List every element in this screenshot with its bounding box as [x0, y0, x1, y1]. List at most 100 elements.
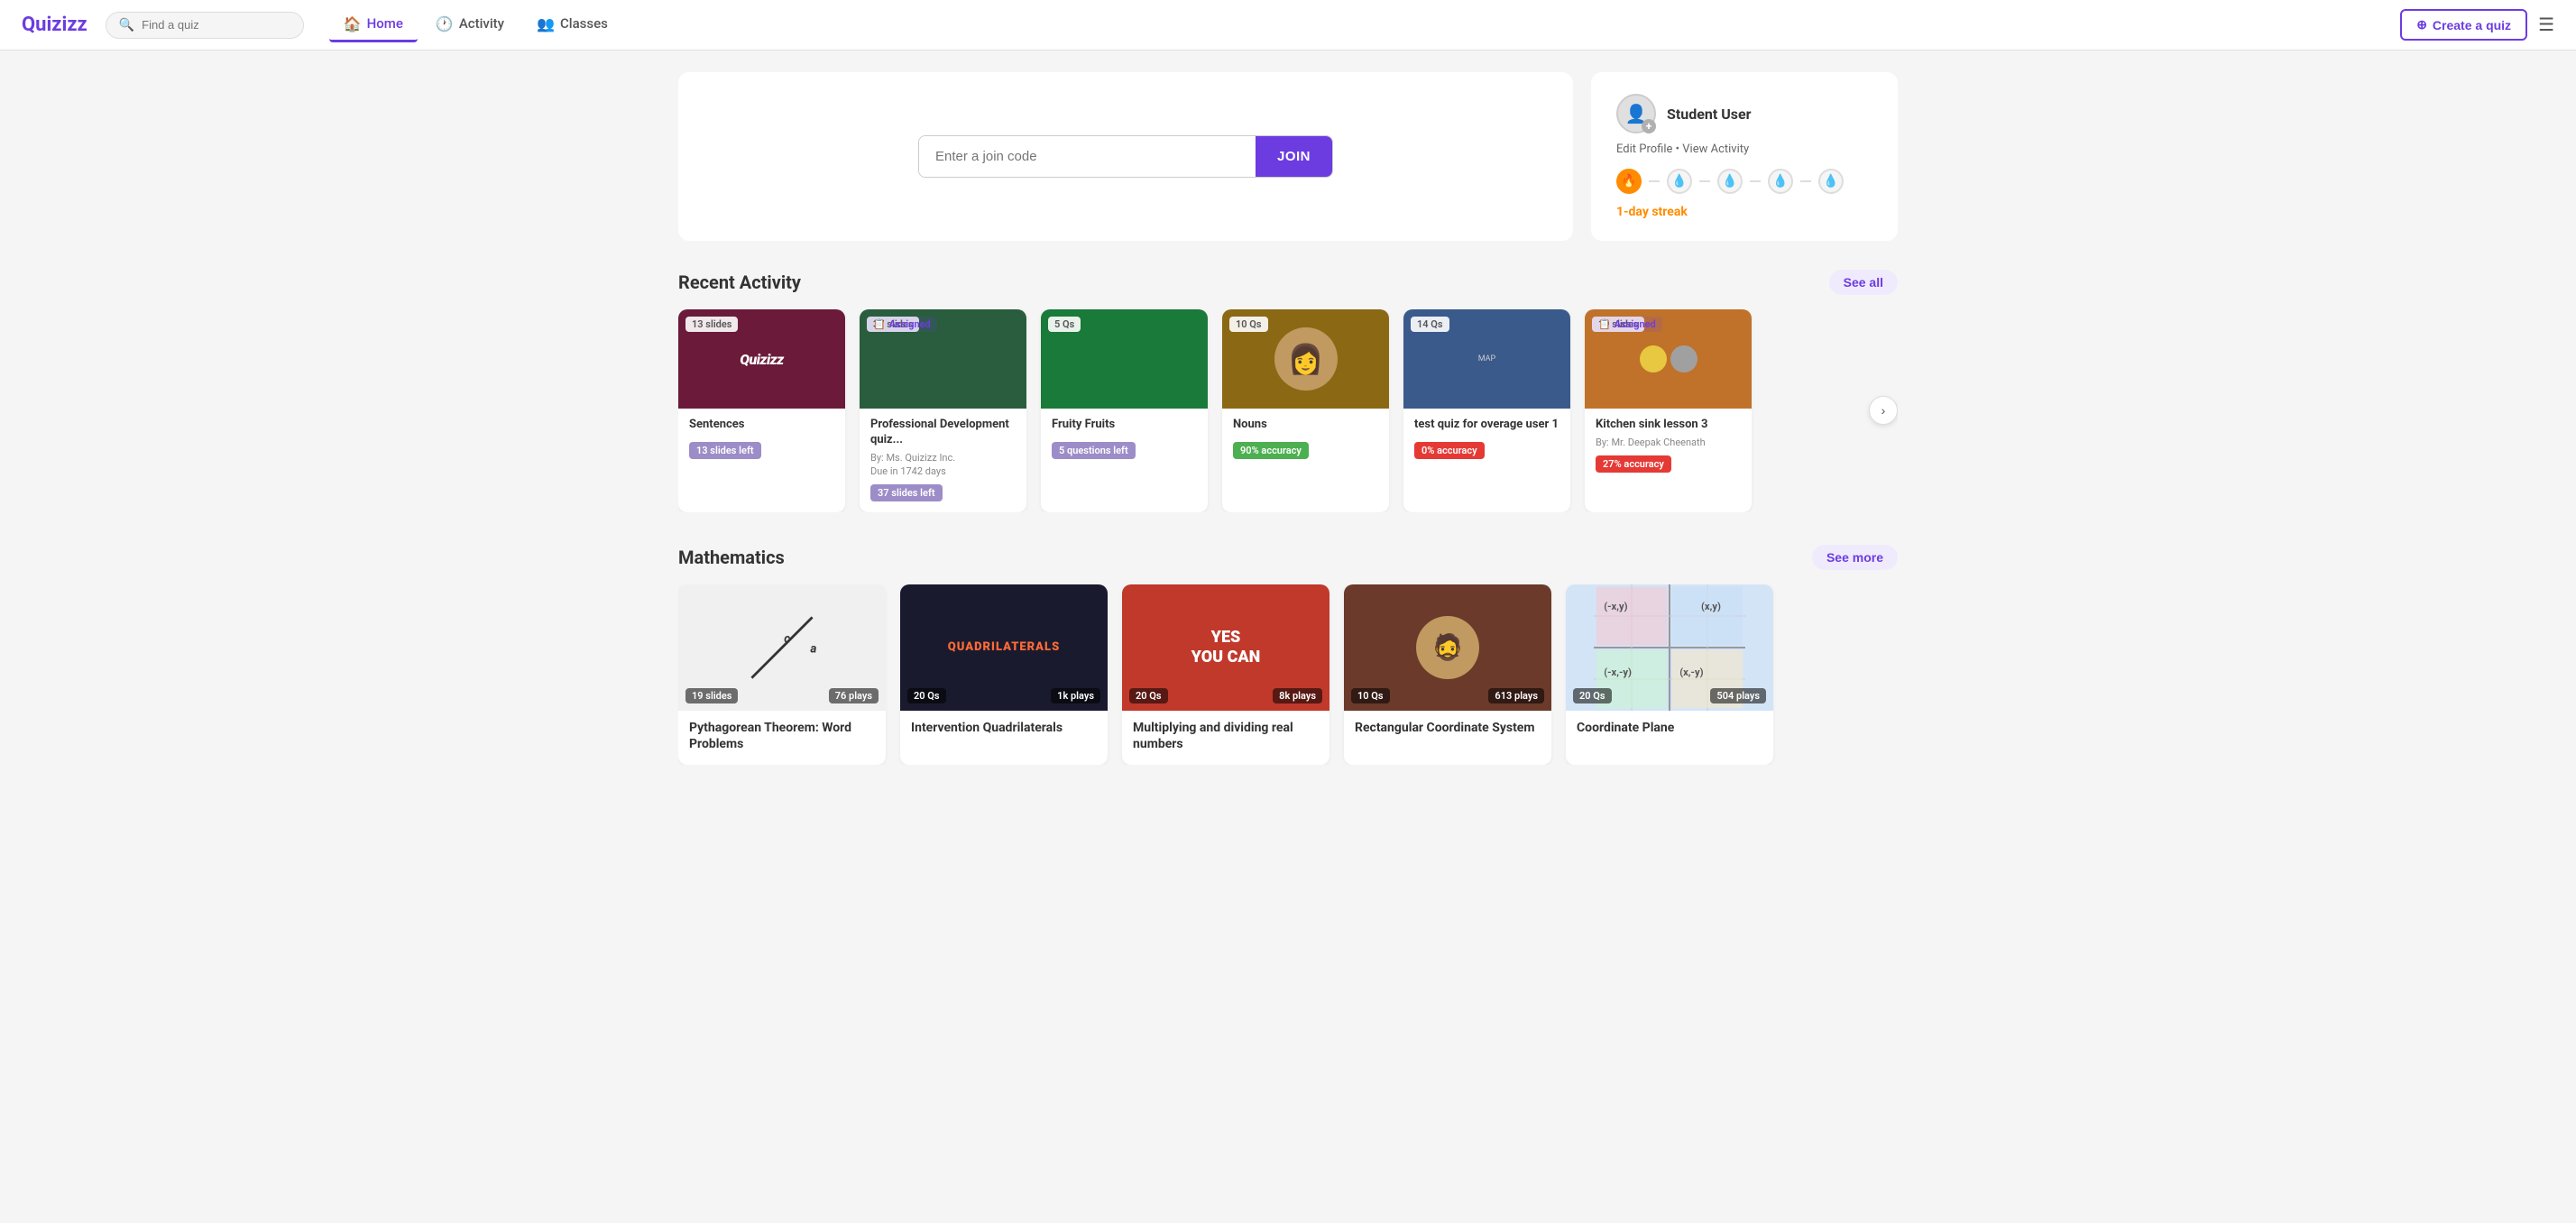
math-card-badges: 19 slides 76 plays: [685, 688, 879, 703]
logo[interactable]: Quizizz: [22, 14, 87, 36]
math-card-title: Rectangular Coordinate System: [1355, 720, 1541, 736]
svg-text:(-x,-y): (-x,-y): [1604, 667, 1632, 678]
list-item[interactable]: YESYOU CAN 20 Qs 8k plays Multiplying an…: [1122, 584, 1329, 765]
math-card-body: Intervention Quadrilaterals: [900, 711, 1108, 749]
streak-label: 1-day streak: [1616, 205, 1688, 219]
activity-icon: 🕐: [436, 15, 454, 32]
recent-activity-header: Recent Activity See all: [678, 270, 1898, 295]
search-input[interactable]: [142, 18, 290, 32]
see-all-button[interactable]: See all: [1829, 270, 1898, 295]
see-more-button[interactable]: See more: [1812, 545, 1898, 570]
avatar-plus-icon: +: [1642, 119, 1656, 133]
card-body: test quiz for overage user 1 0% accuracy: [1403, 409, 1570, 470]
math-card-thumbnail: QUADRILATERALS 20 Qs 1k plays: [900, 584, 1108, 711]
list-item[interactable]: 14 Qs MAP test quiz for overage user 1 0…: [1403, 309, 1570, 512]
math-card-slides-badge: 20 Qs: [907, 688, 946, 703]
list-item[interactable]: c a 19 slides 76 plays Pythagorean Theor…: [678, 584, 886, 765]
streak-connector-4: [1800, 180, 1811, 182]
math-card-badges: 20 Qs 504 plays: [1573, 688, 1766, 703]
card-meta-by: By: Ms. Quizizz Inc.: [870, 452, 1016, 464]
card-badge: 13 slides: [685, 317, 738, 332]
assigned-badge: 📋 Assigned: [1592, 317, 1662, 332]
list-item[interactable]: 5 Qs Fruity Fruits 5 questions left: [1041, 309, 1208, 512]
create-quiz-button[interactable]: ⊕ Create a quiz: [2400, 9, 2527, 41]
create-plus-icon: ⊕: [2416, 17, 2427, 32]
card-title: Nouns: [1233, 418, 1378, 433]
math-card-body: Coordinate Plane: [1566, 711, 1773, 749]
card-progress: 90% accuracy: [1233, 442, 1309, 459]
svg-text:a: a: [810, 642, 816, 656]
classes-icon: 👥: [537, 15, 555, 32]
math-card-body: Rectangular Coordinate System: [1344, 711, 1551, 749]
math-card-title: Intervention Quadrilaterals: [911, 720, 1097, 736]
streak-connector-1: [1649, 180, 1660, 182]
math-card-plays-badge: 1k plays: [1051, 688, 1100, 703]
nav-classes-label: Classes: [560, 15, 608, 32]
card-title: Professional Development quiz...: [870, 418, 1016, 448]
list-item[interactable]: (x,y) (-x,y) (-x,-y) (x,-y) 20 Qs 504 pl…: [1566, 584, 1773, 765]
join-code-input[interactable]: [919, 136, 1256, 177]
list-item[interactable]: 13 slides Quizizz Sentences 13 slides le…: [678, 309, 845, 512]
create-quiz-label: Create a quiz: [2433, 18, 2511, 32]
edit-profile-link[interactable]: Edit Profile: [1616, 143, 1672, 156]
card-progress: 27% accuracy: [1596, 455, 1671, 473]
math-card-body: Pythagorean Theorem: Word Problems: [678, 711, 886, 765]
menu-button[interactable]: ☰: [2538, 14, 2554, 36]
math-card-slides-badge: 20 Qs: [1573, 688, 1612, 703]
math-card-thumbnail: YESYOU CAN 20 Qs 8k plays: [1122, 584, 1329, 711]
list-item[interactable]: 19 slides 📋 Assigned Kitchen sink lesson…: [1585, 309, 1752, 512]
streak-day-4: 💧: [1768, 169, 1793, 194]
nav-link-classes[interactable]: 👥 Classes: [522, 8, 622, 42]
card-title: Fruity Fruits: [1052, 418, 1197, 433]
card-badge: 10 Qs: [1229, 317, 1268, 332]
recent-activity-section: Recent Activity See all 13 slides Quiziz…: [678, 270, 1898, 512]
math-card-plays-badge: 613 plays: [1488, 688, 1544, 703]
nav-link-activity[interactable]: 🕐 Activity: [421, 8, 519, 42]
avatar: 👤 +: [1616, 94, 1656, 133]
mathematics-title: Mathematics: [678, 547, 785, 568]
card-progress: 13 slides left: [689, 442, 761, 459]
profile-name: Student User: [1667, 106, 1752, 123]
card-thumbnail: 5 Qs: [1041, 309, 1208, 409]
streak-connector-3: [1750, 180, 1761, 182]
math-card-badges: 20 Qs 1k plays: [907, 688, 1100, 703]
next-button[interactable]: ›: [1869, 396, 1898, 425]
profile-card: 👤 + Student User Edit Profile • View Act…: [1591, 72, 1898, 241]
math-card-badges: 20 Qs 8k plays: [1129, 688, 1322, 703]
math-card-slides-badge: 19 slides: [685, 688, 738, 703]
list-item[interactable]: 10 Qs 👩 Nouns 90% accuracy: [1222, 309, 1389, 512]
nav-link-home[interactable]: 🏠 Home: [329, 8, 418, 42]
logo-text: Quizizz: [22, 14, 87, 36]
nav-right: ⊕ Create a quiz ☰: [2400, 9, 2554, 41]
card-progress: 5 questions left: [1052, 442, 1136, 459]
main-content: JOIN 👤 + Student User Edit Profile • Vie…: [657, 51, 1919, 819]
search-icon: 🔍: [119, 18, 134, 32]
mathematics-section: Mathematics See more c a 19 slides 76 pl…: [678, 545, 1898, 765]
recent-activity-cards: 13 slides Quizizz Sentences 13 slides le…: [678, 309, 1898, 512]
svg-text:c: c: [784, 632, 790, 646]
nav-home-label: Home: [367, 15, 403, 32]
svg-text:(x,-y): (x,-y): [1679, 667, 1703, 678]
card-progress: 0% accuracy: [1414, 442, 1485, 459]
math-card-title: Coordinate Plane: [1577, 720, 1762, 736]
home-icon: 🏠: [344, 15, 362, 32]
card-thumbnail: 13 slides Quizizz: [678, 309, 845, 409]
card-badge: 5 Qs: [1048, 317, 1081, 332]
svg-text:(x,y): (x,y): [1701, 601, 1721, 612]
math-card-badges: 10 Qs 613 plays: [1351, 688, 1544, 703]
card-body: Professional Development quiz... By: Ms.…: [860, 409, 1026, 512]
join-form: JOIN: [918, 135, 1333, 178]
assigned-badge: 📋 Assigned: [867, 317, 937, 332]
card-thumbnail: 14 Qs MAP: [1403, 309, 1570, 409]
card-title: Kitchen sink lesson 3: [1596, 418, 1741, 433]
join-button[interactable]: JOIN: [1256, 136, 1332, 177]
card-body: Sentences 13 slides left: [678, 409, 845, 470]
list-item[interactable]: 37 slides 📋 Assigned Professional Develo…: [860, 309, 1026, 512]
svg-text:(-x,y): (-x,y): [1604, 601, 1627, 612]
hero-row: JOIN 👤 + Student User Edit Profile • Vie…: [678, 72, 1898, 241]
view-activity-link[interactable]: View Activity: [1682, 143, 1749, 156]
math-card-thumbnail: (x,y) (-x,y) (-x,-y) (x,-y) 20 Qs 504 pl…: [1566, 584, 1773, 711]
card-title: Sentences: [689, 418, 834, 433]
list-item[interactable]: QUADRILATERALS 20 Qs 1k plays Interventi…: [900, 584, 1108, 765]
list-item[interactable]: 🧔 10 Qs 613 plays Rectangular Coordinate…: [1344, 584, 1551, 765]
